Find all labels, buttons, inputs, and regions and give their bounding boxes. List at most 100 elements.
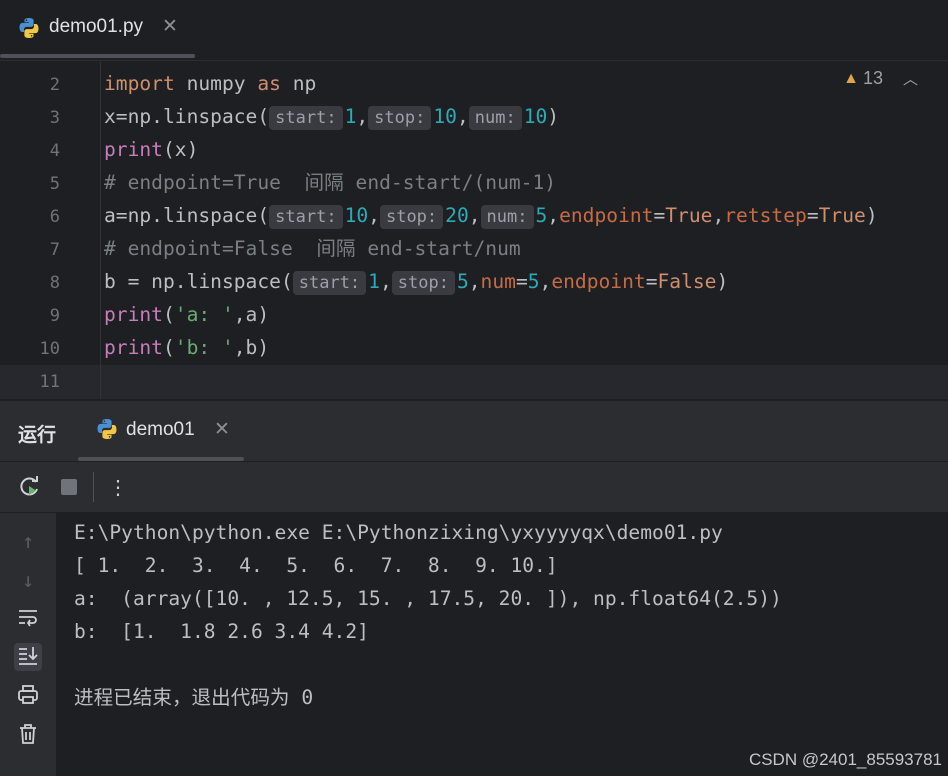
line-number: 9 (49, 306, 60, 326)
toolbar-separator (93, 472, 94, 502)
code-line[interactable]: # endpoint=True 间隔 end-start/(num-1) (104, 171, 556, 195)
line-number: 3 (49, 108, 60, 128)
close-icon[interactable]: ✕ (214, 418, 230, 441)
code-token: print (104, 336, 163, 359)
run-tab-demo01[interactable]: demo01 ✕ (78, 401, 244, 461)
parameter-hint: start: (292, 271, 367, 295)
close-icon[interactable]: ✕ (162, 15, 178, 38)
code-token: print (104, 303, 163, 326)
parameter-hint: start: (269, 106, 343, 130)
parameter-hint: stop: (379, 205, 444, 229)
line-number: 8 (49, 273, 60, 293)
line-number: 5 (49, 174, 60, 194)
run-panel-title: 运行 (18, 425, 57, 446)
run-tool-window-header: 运行 demo01 ✕ (0, 400, 948, 462)
code-token: 5 (456, 270, 469, 293)
rerun-icon[interactable] (16, 474, 42, 500)
code-line[interactable]: # endpoint=False 间隔 end-start/num (104, 237, 521, 261)
console-line: a: (array([10. , 12.5, 15. , 17.5, 20. ]… (74, 587, 782, 610)
code-line[interactable]: x=np.linspace(start: 1, stop: 10, num: 10) (104, 105, 559, 130)
line-number: 6 (49, 207, 60, 227)
code-token: , (356, 105, 369, 128)
warning-icon: ▲ (843, 69, 859, 87)
gutter-divider (100, 62, 101, 399)
code-token: , (468, 270, 481, 293)
code-token: ) (716, 270, 729, 293)
code-token: ( (162, 336, 175, 359)
watermark: CSDN @2401_85593781 (748, 750, 942, 769)
python-file-icon (19, 18, 39, 38)
run-toolbar: ⋮ (0, 462, 948, 513)
line-number: 4 (49, 141, 60, 161)
code-token: a=np.linspace( (104, 204, 270, 227)
code-token: , (379, 270, 392, 293)
inspection-widget[interactable]: ▲ 13 ︿ (843, 68, 918, 89)
scroll-to-end-icon[interactable] (14, 643, 42, 671)
code-token: num (480, 270, 516, 293)
code-token: , (368, 204, 380, 227)
trash-icon[interactable] (14, 722, 42, 750)
arrow-down-icon[interactable]: ↓ (14, 566, 42, 594)
code-line[interactable]: print('b: ',b) (104, 336, 269, 360)
parameter-hint: start: (269, 205, 343, 229)
code-token: ( (162, 303, 175, 326)
editor-tab-label: demo01.py (49, 16, 144, 37)
parameter-hint: stop: (368, 106, 432, 130)
code-token: True (818, 204, 866, 227)
code-token: 10 (433, 105, 457, 128)
code-token: 'a: ' (174, 303, 234, 326)
code-line[interactable]: import numpy as np (104, 72, 316, 96)
code-token: import (104, 72, 175, 95)
code-token: 5 (527, 270, 540, 293)
code-line[interactable]: a=np.linspace(start: 10, stop: 20, num: 5,end… (104, 204, 878, 229)
python-file-icon (97, 419, 117, 439)
code-line[interactable]: b = np.linspace(start: 1, stop: 5,num=5,end… (104, 270, 728, 295)
code-token: ) (865, 204, 878, 227)
code-token: (x) (162, 138, 199, 161)
code-token: ,b) (233, 336, 270, 359)
active-tab-indicator (0, 54, 195, 58)
code-token: as (257, 72, 281, 95)
code-token: 10 (523, 105, 548, 128)
code-token: # endpoint=False 间隔 end-start/num (104, 237, 521, 260)
editor-tab-demo01[interactable]: demo01.py ✕ (0, 0, 195, 58)
code-token: False (657, 270, 717, 293)
run-side-toolbar: ↑ ↓ (0, 513, 56, 776)
code-token: , (468, 204, 481, 227)
current-line-highlight (0, 365, 948, 399)
code-token: ,a) (233, 303, 270, 326)
code-token: , (547, 204, 560, 227)
code-line[interactable]: print('a: ',a) (104, 303, 269, 327)
more-options-icon[interactable]: ⋮ (105, 474, 131, 500)
code-editor[interactable]: 2 3 4 5 6 7 8 9 10 11 import numpy as np x=np.lins… (0, 62, 948, 399)
code-token: retstep (724, 204, 807, 227)
code-token: , (456, 105, 469, 128)
warning-count: 13 (862, 68, 883, 88)
code-token: = (645, 270, 658, 293)
code-token: , (712, 204, 725, 227)
editor-tab-bar: demo01.py ✕ (0, 0, 948, 61)
code-token: ) (547, 105, 560, 128)
arrow-up-icon[interactable]: ↑ (14, 527, 42, 555)
code-token: , (539, 270, 552, 293)
code-token: print (104, 138, 163, 161)
run-tab-label: demo01 (126, 419, 195, 440)
code-token: x=np.linspace( (104, 105, 270, 128)
code-token: 'b: ' (174, 336, 234, 359)
print-icon[interactable] (14, 683, 42, 711)
line-number: 7 (49, 240, 60, 260)
parameter-hint: stop: (391, 271, 455, 295)
code-token: b = np.linspace( (104, 270, 293, 293)
code-token: = (515, 270, 528, 293)
code-token: 1 (344, 105, 357, 128)
code-line[interactable]: print(x) (104, 138, 198, 162)
chevron-up-icon[interactable]: ︿ (903, 68, 918, 89)
code-token: np (280, 72, 317, 95)
parameter-hint: num: (480, 205, 534, 229)
parameter-hint: num: (468, 106, 522, 130)
soft-wrap-icon[interactable] (14, 605, 42, 633)
console-output[interactable]: E:\Python\python.exe E:\Pythonzixing\yxy… (56, 513, 948, 776)
code-token: endpoint (551, 270, 646, 293)
stop-icon[interactable] (56, 474, 82, 500)
code-token: numpy (174, 72, 258, 95)
